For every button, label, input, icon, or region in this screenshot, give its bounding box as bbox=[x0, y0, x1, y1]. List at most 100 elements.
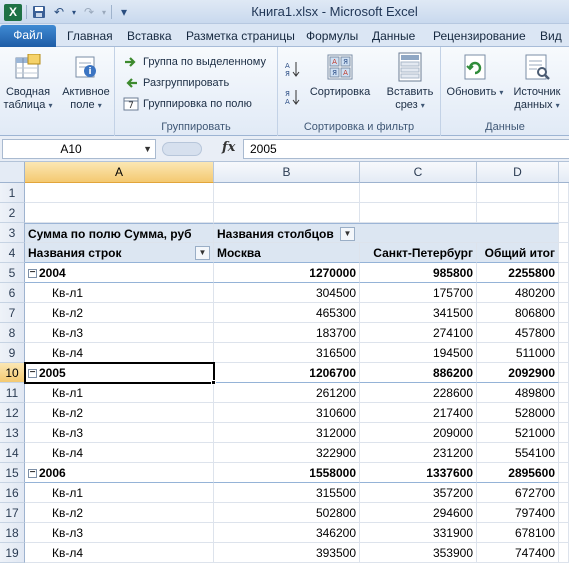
tab-page-layout[interactable]: Разметка страницы bbox=[186, 27, 295, 47]
value-cell[interactable]: 353900 bbox=[360, 543, 477, 563]
row-header[interactable]: 16 bbox=[0, 483, 25, 503]
value-cell[interactable]: 747400 bbox=[477, 543, 559, 563]
quarter-row-label[interactable]: Кв-л2 bbox=[25, 303, 214, 323]
tab-home[interactable]: Главная bbox=[67, 27, 113, 47]
collapse-icon[interactable]: − bbox=[28, 268, 37, 279]
sort-button[interactable]: АЯЯА Сортировка bbox=[306, 51, 374, 99]
cell[interactable] bbox=[559, 443, 569, 463]
collapse-icon[interactable]: − bbox=[28, 368, 37, 379]
cell[interactable] bbox=[559, 423, 569, 443]
row-header[interactable]: 4 bbox=[0, 243, 25, 263]
value-cell[interactable]: 985800 bbox=[360, 263, 477, 283]
value-cell[interactable]: 294600 bbox=[360, 503, 477, 523]
column-spb[interactable]: Санкт-Петербург bbox=[360, 243, 477, 263]
column-moscow[interactable]: Москва bbox=[214, 243, 360, 263]
value-cell[interactable] bbox=[477, 203, 559, 223]
quarter-row-label[interactable]: Кв-л3 bbox=[25, 423, 214, 443]
cell[interactable] bbox=[559, 323, 569, 343]
value-cell[interactable]: 806800 bbox=[477, 303, 559, 323]
value-cell[interactable]: 2092900 bbox=[477, 363, 559, 383]
column-labels-filter-icon[interactable]: ▼ bbox=[340, 227, 355, 241]
value-cell[interactable]: 457800 bbox=[477, 323, 559, 343]
quarter-row-label[interactable]: Кв-л1 bbox=[25, 483, 214, 503]
cell[interactable] bbox=[559, 523, 569, 543]
quarter-row-label[interactable]: Кв-л2 bbox=[25, 403, 214, 423]
quarter-row-label[interactable]: Кв-л3 bbox=[25, 323, 214, 343]
group-selection-button[interactable]: Группа по выделенному bbox=[123, 52, 266, 71]
row-header[interactable]: 9 bbox=[0, 343, 25, 363]
row-header[interactable]: 8 bbox=[0, 323, 25, 343]
cell[interactable] bbox=[25, 183, 214, 203]
row-header[interactable]: 15 bbox=[0, 463, 25, 483]
value-cell[interactable]: 1337600 bbox=[360, 463, 477, 483]
formula-resize-handle[interactable] bbox=[162, 142, 202, 156]
value-cell[interactable]: 357200 bbox=[360, 483, 477, 503]
row-header[interactable]: 12 bbox=[0, 403, 25, 423]
cell[interactable] bbox=[559, 223, 569, 243]
column-header-d[interactable]: D bbox=[477, 162, 559, 183]
value-cell[interactable]: 316500 bbox=[214, 343, 360, 363]
cell[interactable] bbox=[559, 183, 569, 203]
value-cell[interactable] bbox=[214, 203, 360, 223]
value-cell[interactable]: 183700 bbox=[214, 323, 360, 343]
value-cell[interactable]: 672700 bbox=[477, 483, 559, 503]
cell[interactable] bbox=[559, 483, 569, 503]
value-cell[interactable]: 1270000 bbox=[214, 263, 360, 283]
value-cell[interactable]: 528000 bbox=[477, 403, 559, 423]
value-cell[interactable]: 1206700 bbox=[214, 363, 360, 383]
change-source-button[interactable]: Источник данных ▾ bbox=[507, 51, 567, 112]
cell[interactable] bbox=[559, 363, 569, 383]
value-cell[interactable]: 315500 bbox=[214, 483, 360, 503]
cell[interactable] bbox=[559, 543, 569, 563]
value-cell[interactable]: 886200 bbox=[360, 363, 477, 383]
value-cell[interactable]: 393500 bbox=[214, 543, 360, 563]
value-cell[interactable]: 331900 bbox=[360, 523, 477, 543]
value-cell[interactable]: 228600 bbox=[360, 383, 477, 403]
column-header-e[interactable] bbox=[559, 162, 569, 183]
column-header-b[interactable]: B bbox=[214, 162, 360, 183]
select-all-corner[interactable] bbox=[0, 162, 25, 183]
pivot-table-button[interactable]: Сводная таблица ▾ bbox=[2, 51, 54, 112]
value-cell[interactable]: 465300 bbox=[214, 303, 360, 323]
value-cell[interactable]: 480200 bbox=[477, 283, 559, 303]
cell[interactable] bbox=[559, 263, 569, 283]
value-cell[interactable]: 502800 bbox=[214, 503, 360, 523]
value-cell[interactable]: 511000 bbox=[477, 343, 559, 363]
cell[interactable] bbox=[25, 203, 214, 223]
ungroup-button[interactable]: Разгруппировать bbox=[123, 73, 229, 92]
value-cell[interactable] bbox=[360, 183, 477, 203]
value-cell[interactable]: 231200 bbox=[360, 443, 477, 463]
value-cell[interactable]: 2895600 bbox=[477, 463, 559, 483]
row-header[interactable]: 10 bbox=[0, 363, 25, 383]
active-field-button[interactable]: i Активное поле ▾ bbox=[58, 51, 114, 112]
value-cell[interactable]: 521000 bbox=[477, 423, 559, 443]
name-box[interactable]: A10 ▼ bbox=[2, 139, 156, 159]
sort-za-button[interactable]: ЯА bbox=[284, 87, 300, 106]
value-cell[interactable]: 797400 bbox=[477, 503, 559, 523]
cell[interactable] bbox=[559, 303, 569, 323]
value-cell[interactable]: 489800 bbox=[477, 383, 559, 403]
cell[interactable] bbox=[559, 283, 569, 303]
row-header[interactable]: 1 bbox=[0, 183, 25, 203]
tab-view[interactable]: Вид bbox=[540, 27, 562, 47]
collapse-icon[interactable]: − bbox=[28, 468, 37, 479]
cell[interactable] bbox=[559, 383, 569, 403]
value-cell[interactable]: 2255800 bbox=[477, 263, 559, 283]
row-header[interactable]: 11 bbox=[0, 383, 25, 403]
value-cell[interactable]: 310600 bbox=[214, 403, 360, 423]
value-cell[interactable]: 322900 bbox=[214, 443, 360, 463]
value-cell[interactable]: 554100 bbox=[477, 443, 559, 463]
quarter-row-label[interactable]: Кв-л1 bbox=[25, 283, 214, 303]
value-cell[interactable]: 341500 bbox=[360, 303, 477, 323]
tab-data[interactable]: Данные bbox=[372, 27, 415, 47]
cell[interactable] bbox=[559, 463, 569, 483]
insert-slicer-button[interactable]: Вставить срез ▾ bbox=[381, 51, 439, 112]
quarter-row-label[interactable]: Кв-л4 bbox=[25, 343, 214, 363]
row-header[interactable]: 14 bbox=[0, 443, 25, 463]
value-cell[interactable]: 217400 bbox=[360, 403, 477, 423]
tab-review[interactable]: Рецензирование bbox=[433, 27, 526, 47]
row-header[interactable]: 3 bbox=[0, 223, 25, 243]
tab-insert[interactable]: Вставка bbox=[127, 27, 172, 47]
chevron-down-icon[interactable]: ▼ bbox=[143, 140, 152, 158]
column-header-c[interactable]: C bbox=[360, 162, 477, 183]
